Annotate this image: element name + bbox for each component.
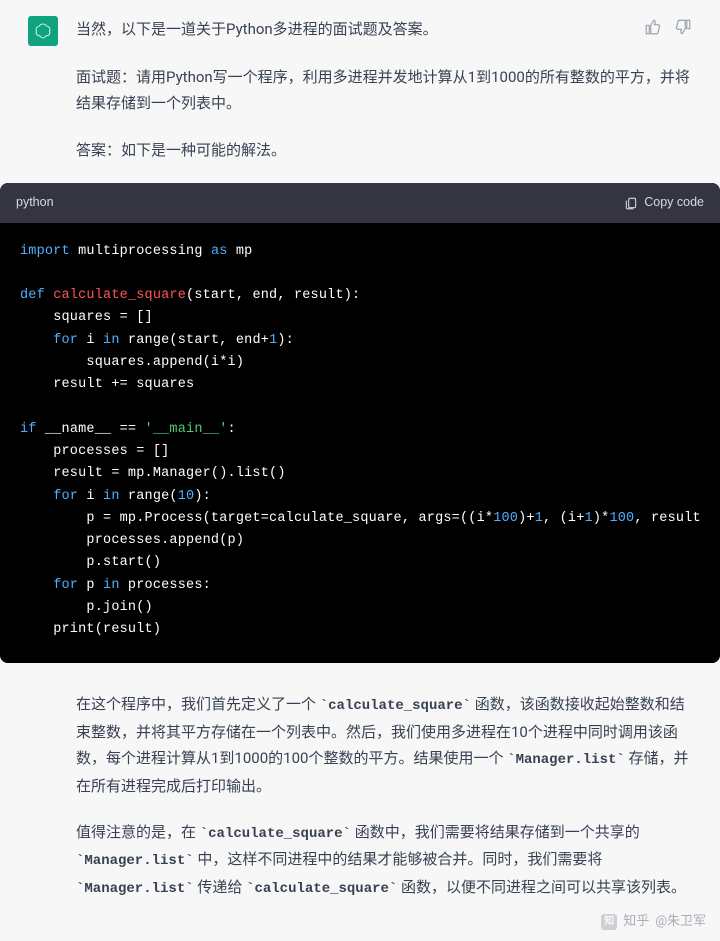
feedback-buttons bbox=[644, 14, 692, 44]
clipboard-icon bbox=[624, 196, 638, 210]
intro-text: 当然，以下是一道关于Python多进程的面试题及答案。 bbox=[76, 14, 626, 42]
question-text: 面试题：请用Python写一个程序，利用多进程并发地计算从1到1000的所有整数… bbox=[76, 64, 692, 117]
thumbs-down-icon[interactable] bbox=[674, 18, 692, 44]
code-toolbar: python Copy code bbox=[0, 183, 720, 223]
assistant-avatar bbox=[28, 16, 58, 46]
watermark: 知 知乎 @朱卫军 bbox=[601, 911, 706, 934]
thumbs-up-icon[interactable] bbox=[644, 18, 662, 44]
inline-code: `Manager.list` bbox=[76, 881, 194, 897]
answer-label: 答案：如下是一种可能的解法。 bbox=[76, 137, 692, 163]
zhihu-logo-icon: 知 bbox=[601, 914, 617, 930]
inline-code: `Manager.list` bbox=[76, 853, 194, 869]
copy-code-label: Copy code bbox=[644, 192, 704, 214]
watermark-site: 知乎 bbox=[623, 911, 649, 934]
inline-code: `calculate_square` bbox=[246, 881, 397, 897]
code-content: import multiprocessing as mp def calcula… bbox=[0, 223, 720, 664]
explanation-1: 在这个程序中，我们首先定义了一个 `calculate_square` 函数，该… bbox=[76, 691, 692, 799]
watermark-user: @朱卫军 bbox=[655, 911, 706, 934]
code-block: python Copy code import multiprocessing … bbox=[0, 183, 720, 664]
code-language-label: python bbox=[16, 192, 54, 214]
copy-code-button[interactable]: Copy code bbox=[624, 192, 704, 214]
inline-code: `calculate_square` bbox=[320, 698, 471, 714]
explanation-2: 值得注意的是，在 `calculate_square` 函数中，我们需要将结果存… bbox=[76, 819, 692, 902]
inline-code: `Manager.list` bbox=[507, 752, 625, 768]
